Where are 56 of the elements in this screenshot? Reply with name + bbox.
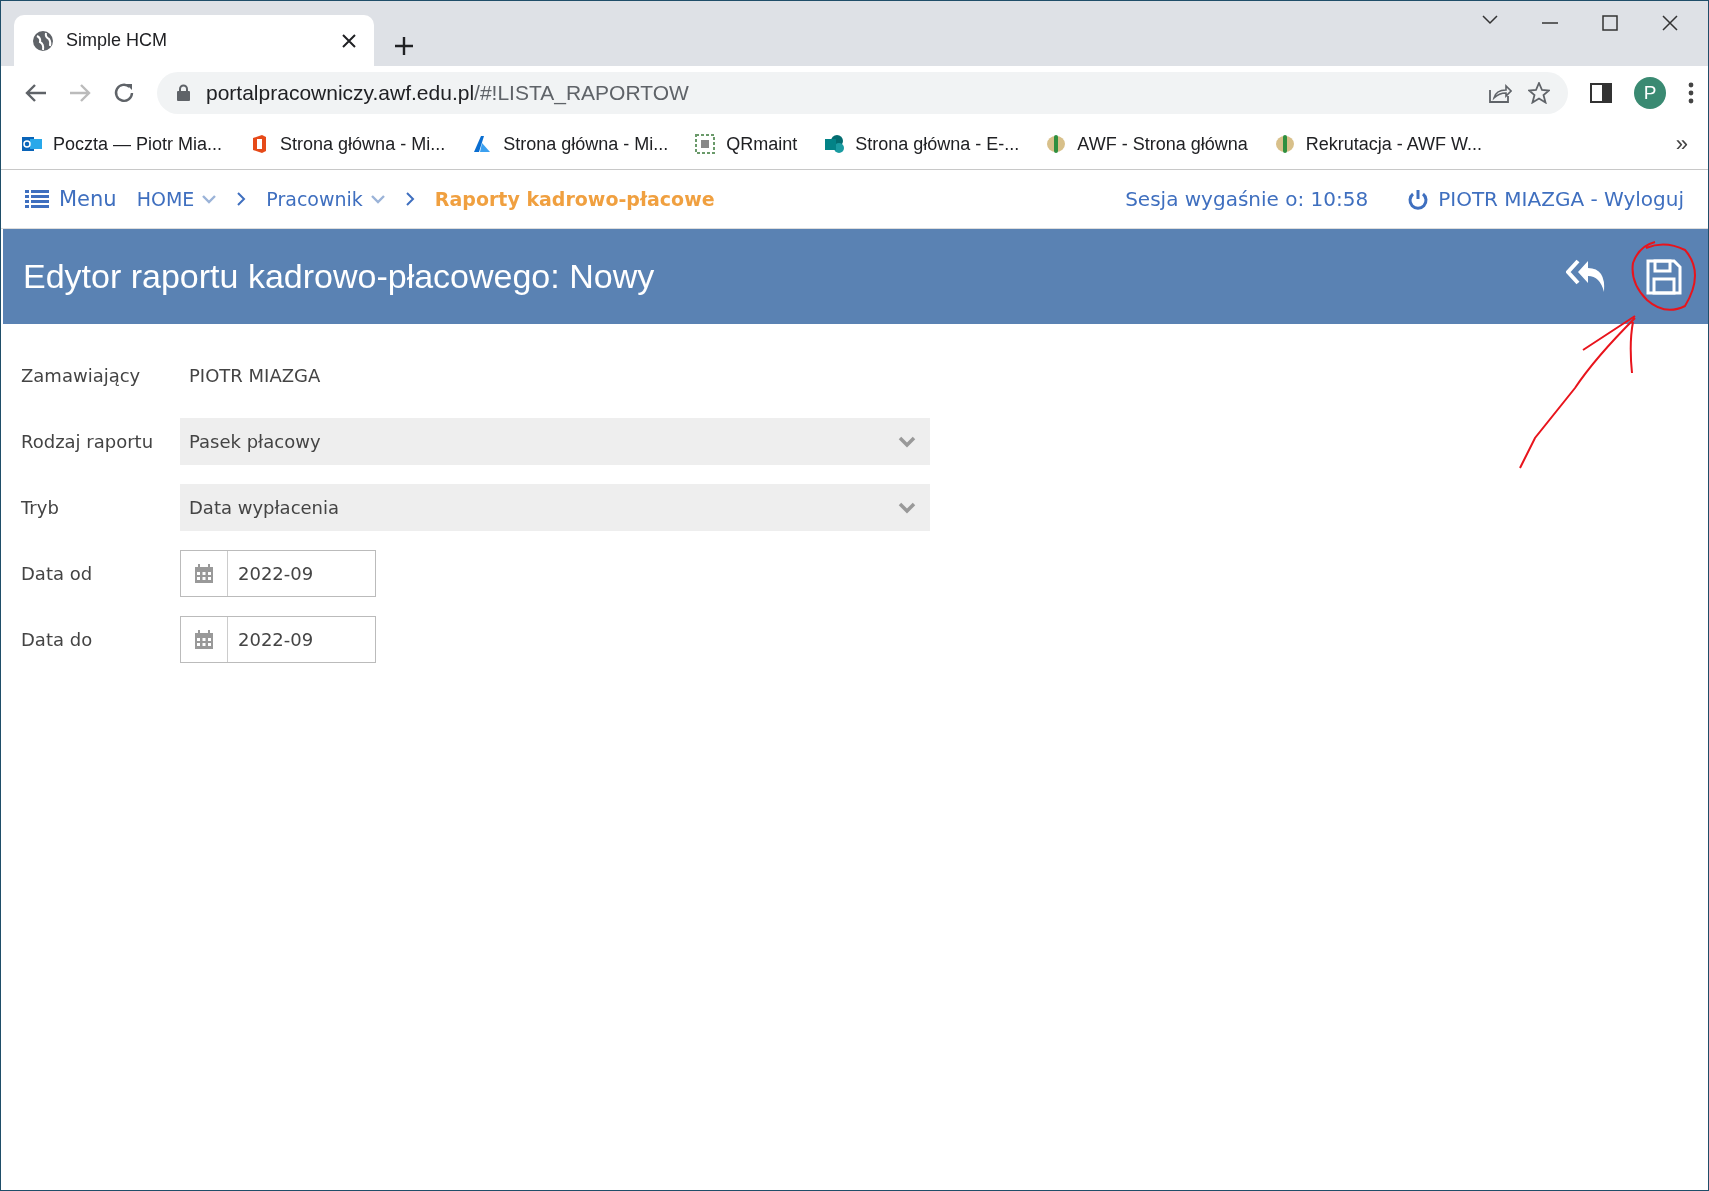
browser-tab[interactable]: Simple HCM bbox=[14, 15, 374, 66]
field-label: Data do bbox=[21, 629, 94, 650]
chevron-down-icon bbox=[370, 194, 385, 204]
close-icon[interactable] bbox=[1662, 15, 1678, 31]
maximize-icon[interactable] bbox=[1602, 15, 1618, 31]
page-title: Edytor raportu kadrowo-płacowego: Nowy bbox=[23, 257, 656, 296]
chevron-down-icon bbox=[898, 435, 916, 448]
chevron-down-icon bbox=[202, 194, 217, 204]
bookmark[interactable]: Poczta — Piotr Mia... bbox=[21, 133, 223, 155]
chevron-right-icon bbox=[236, 191, 247, 207]
field-label: Zamawiający bbox=[21, 365, 142, 386]
close-icon[interactable] bbox=[342, 33, 356, 48]
bookmark-icon bbox=[1045, 133, 1068, 155]
calendar-icon bbox=[194, 563, 214, 584]
bookmark-icon bbox=[694, 133, 717, 155]
chevron-down-icon[interactable] bbox=[1482, 15, 1498, 25]
side-panel-icon[interactable] bbox=[1590, 82, 1612, 103]
address-bar[interactable]: portalpracowniczy.awf.edu.pl/#!LISTA_RAPORTOW bbox=[157, 71, 1568, 114]
list-icon bbox=[25, 189, 49, 209]
more-options-icon[interactable] bbox=[1688, 81, 1694, 104]
breadcrumb-link[interactable]: Pracownik bbox=[266, 188, 385, 210]
more-bookmarks[interactable]: » bbox=[1675, 131, 1688, 157]
dropdown-field[interactable]: Pasek płacowy bbox=[180, 418, 930, 465]
breadcrumb-link[interactable]: HOME bbox=[136, 188, 217, 210]
field-value: PIOTR MIAZGA bbox=[188, 365, 321, 386]
chevron-down-icon bbox=[898, 501, 916, 514]
field-label: Data od bbox=[21, 563, 94, 584]
share-icon[interactable] bbox=[1488, 81, 1512, 104]
bookmark[interactable]: AWF - Strona główna bbox=[1045, 133, 1248, 155]
calendar-icon bbox=[194, 629, 214, 650]
profile-avatar[interactable]: P bbox=[1634, 76, 1666, 109]
star-icon[interactable] bbox=[1528, 81, 1550, 104]
session-expiry-text: Sesja wygaśnie o: 10:58 bbox=[1125, 187, 1369, 211]
power-icon bbox=[1408, 188, 1429, 210]
back-arrow-icon[interactable] bbox=[25, 82, 47, 103]
bookmark[interactable]: QRmaint bbox=[694, 133, 798, 155]
globe-icon bbox=[32, 29, 54, 52]
field-label: Rodzaj raportu bbox=[21, 431, 155, 452]
url-text: portalpracowniczy.awf.edu.pl/#!LISTA_RAPORTOW bbox=[206, 80, 690, 105]
bookmark-icon bbox=[823, 133, 846, 155]
menu-button[interactable]: Menu bbox=[25, 187, 117, 211]
chevron-right-icon bbox=[404, 191, 415, 207]
bookmark[interactable]: Rekrutacja - AWF W... bbox=[1273, 133, 1483, 155]
bookmark[interactable]: Strona główna - Mi... bbox=[471, 133, 669, 155]
bookmark[interactable]: Strona główna - E-... bbox=[823, 133, 1020, 155]
bookmark[interactable]: Strona główna - Mi... bbox=[248, 133, 446, 155]
reload-icon[interactable] bbox=[113, 81, 135, 104]
dropdown-field[interactable]: Data wypłacenia bbox=[180, 484, 930, 531]
field-label: Tryb bbox=[21, 497, 60, 518]
date-input-field[interactable]: 2022-09 bbox=[180, 550, 376, 597]
date-input-field[interactable]: 2022-09 bbox=[180, 616, 376, 663]
lock-icon bbox=[177, 84, 190, 101]
logout-link[interactable]: PIOTR MIAZGA - Wyloguj bbox=[1408, 187, 1684, 211]
plus-icon[interactable] bbox=[394, 36, 414, 56]
bookmark-icon bbox=[1273, 133, 1296, 155]
tab-title: Simple HCM bbox=[66, 30, 168, 51]
